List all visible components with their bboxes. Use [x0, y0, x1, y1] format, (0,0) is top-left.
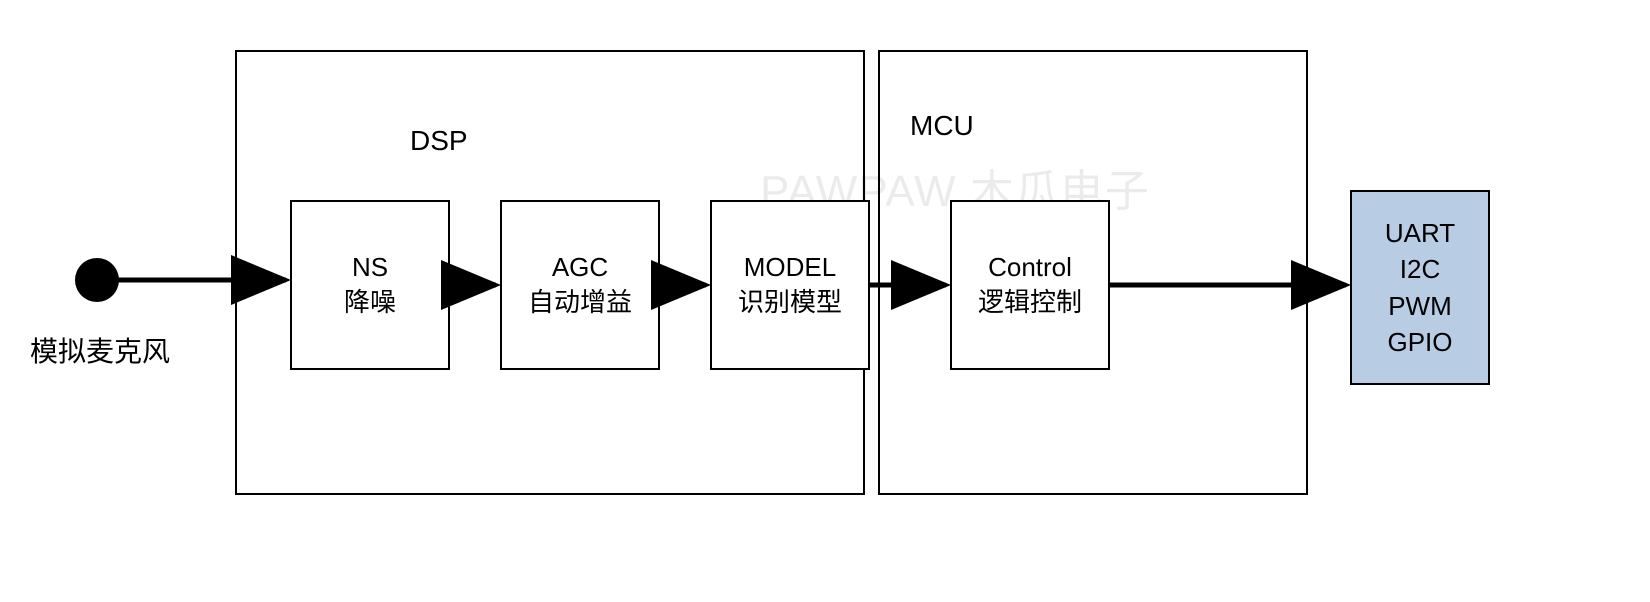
block-model-line1: MODEL	[744, 250, 836, 285]
block-agc-line1: AGC	[552, 250, 608, 285]
output-line2: I2C	[1400, 251, 1440, 287]
block-control: Control 逻辑控制	[950, 200, 1110, 370]
microphone-icon	[75, 258, 119, 302]
block-agc-line2: 自动增益	[528, 285, 632, 320]
block-model-line2: 识别模型	[738, 285, 842, 320]
block-control-line1: Control	[988, 250, 1072, 285]
mcu-label: MCU	[910, 110, 974, 142]
block-output: UART I2C PWM GPIO	[1350, 190, 1490, 385]
dsp-label: DSP	[410, 125, 468, 157]
output-line3: PWM	[1388, 288, 1452, 324]
block-ns: NS 降噪	[290, 200, 450, 370]
block-ns-line1: NS	[352, 250, 388, 285]
block-agc: AGC 自动增益	[500, 200, 660, 370]
output-line4: GPIO	[1387, 324, 1452, 360]
block-model: MODEL 识别模型	[710, 200, 870, 370]
block-ns-line2: 降噪	[344, 285, 396, 320]
output-line1: UART	[1385, 215, 1455, 251]
microphone-label: 模拟麦克风	[30, 330, 170, 370]
block-control-line2: 逻辑控制	[978, 285, 1082, 320]
